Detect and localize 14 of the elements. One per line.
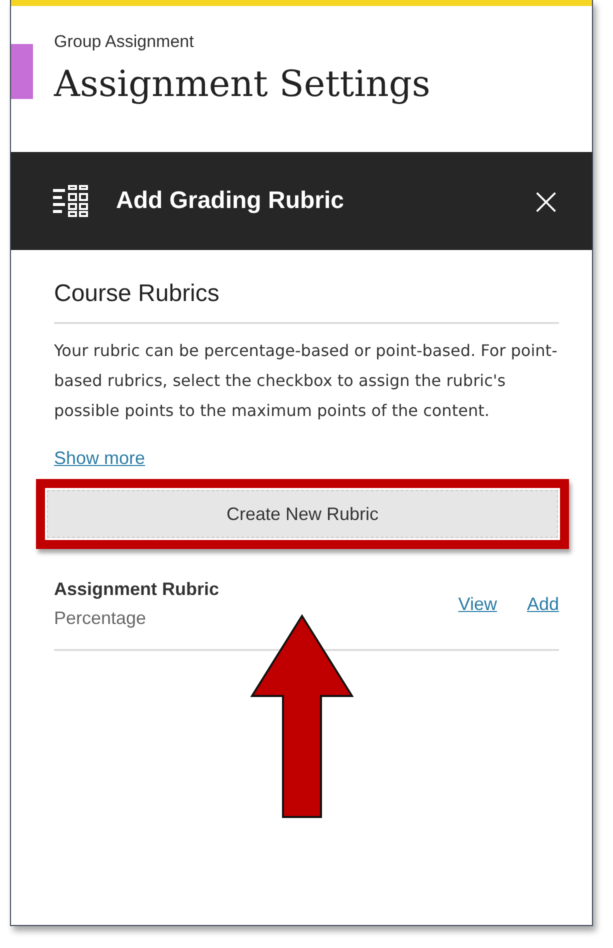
page-subtitle: Group Assignment [54, 32, 195, 52]
description-text: Your rubric can be percentage-based or point-based. For point-based rubrics, select the checkbox to assign the rubric's possible points to the maximum points of the content. [54, 340, 558, 422]
panel-title: Add Grading Rubric [116, 187, 345, 215]
page-title: Assignment Settings [54, 64, 432, 105]
close-button[interactable]: × [530, 182, 562, 220]
grid-icon [53, 185, 89, 217]
create-rubric-button[interactable]: Create New Rubric [47, 490, 558, 538]
show-more-link[interactable]: Show more [54, 448, 146, 469]
back-tab[interactable] [11, 44, 33, 99]
section-title: Course Rubrics [54, 280, 220, 308]
rubric-name: Assignment Rubric [54, 579, 220, 600]
action-link[interactable]: View [458, 594, 497, 614]
action-link[interactable]: Add [526, 594, 559, 614]
rubric-type: Percentage [54, 608, 148, 629]
